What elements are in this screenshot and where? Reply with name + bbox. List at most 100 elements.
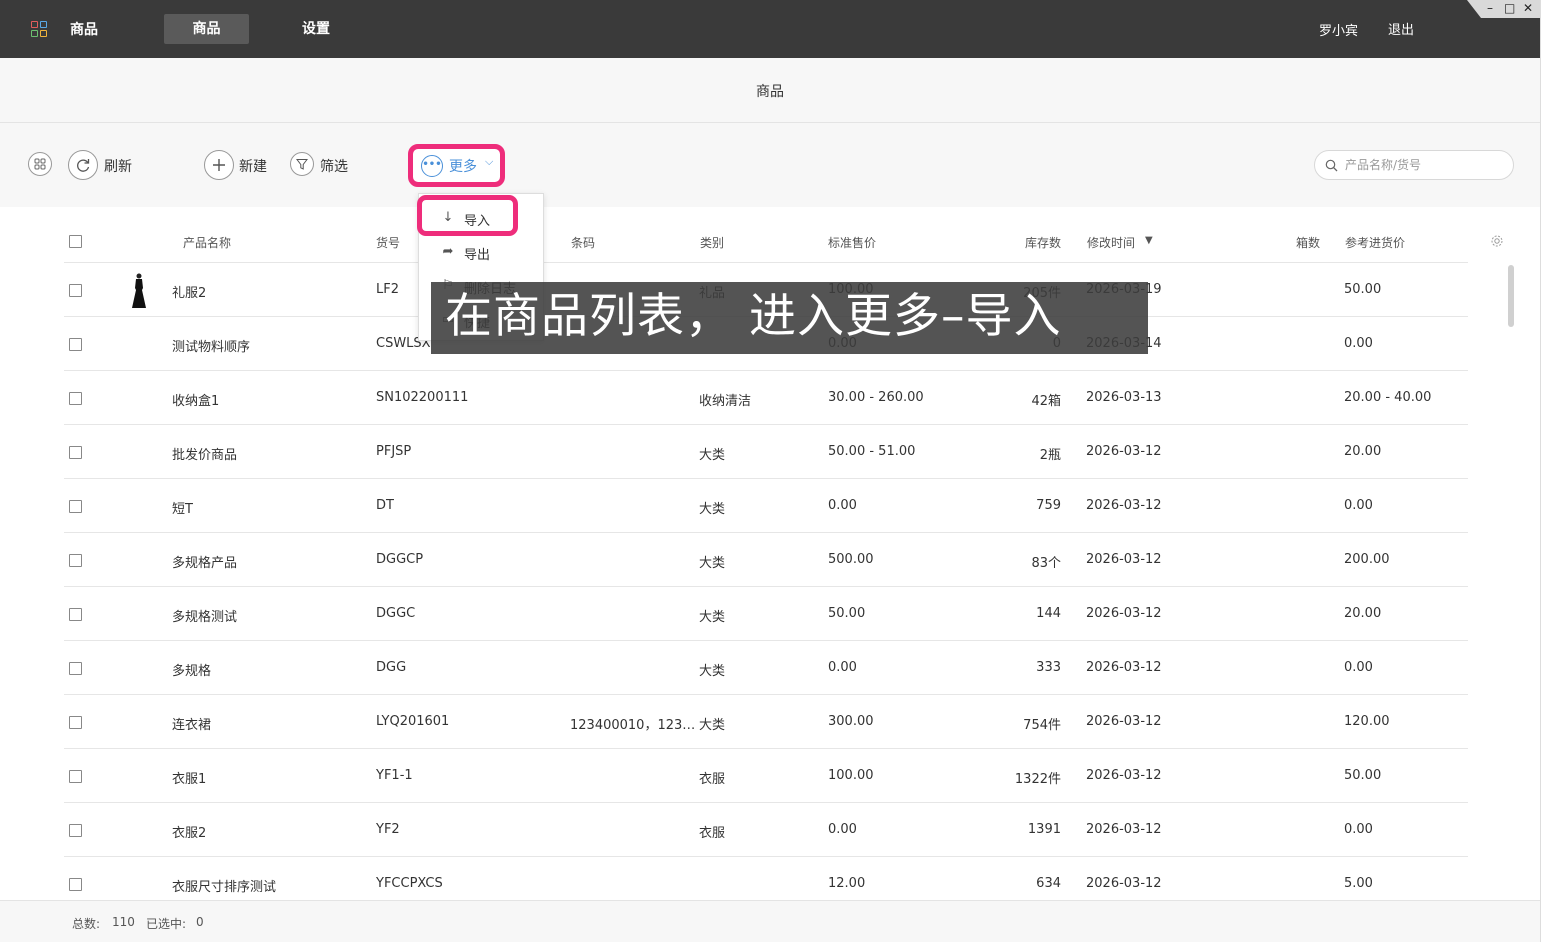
- cell-cost: 20.00 - 40.00: [1344, 390, 1432, 405]
- cell-stock: 2瓶: [1039, 448, 1061, 463]
- toolbar: 刷新 新建 筛选: [0, 123, 1540, 207]
- cell-cost: 0.00: [1344, 336, 1373, 351]
- row-checkbox[interactable]: [69, 338, 82, 351]
- cell-name: 短T: [172, 502, 193, 517]
- table-row[interactable]: 多规格测试 DGGC 大类 50.00 144 2026-03-12 20.00: [64, 587, 1468, 641]
- cell-code: PFJSP: [376, 444, 412, 459]
- cell-stock: 42箱: [1031, 394, 1061, 409]
- page-title: 商品: [756, 84, 784, 100]
- refresh-icon[interactable]: [68, 150, 98, 180]
- col-cost[interactable]: 参考进货价: [1345, 234, 1405, 251]
- new-button[interactable]: 新建: [239, 156, 267, 176]
- table-header: 产品名称 货号 条码 类别 标准售价 库存数 修改时间 ▼ 箱数 参考进货价: [64, 221, 1503, 263]
- column-settings-gear-icon[interactable]: [1490, 234, 1504, 248]
- page-header: 商品: [0, 58, 1540, 123]
- minimize-icon[interactable]: –: [1487, 1, 1493, 15]
- table-row[interactable]: 衣服2 YF2 衣服 0.00 1391 2026-03-12 0.00: [64, 803, 1468, 857]
- row-checkbox[interactable]: [69, 770, 82, 783]
- table-row[interactable]: 短T DT 大类 0.00 759 2026-03-12 0.00: [64, 479, 1468, 533]
- table-row[interactable]: 批发价商品 PFJSP 大类 50.00 - 51.00 2瓶 2026-03-12 20.…: [64, 425, 1468, 479]
- row-checkbox[interactable]: [69, 716, 82, 729]
- cell-category: 大类: [699, 610, 726, 625]
- table-row[interactable]: 连衣裙 LYQ201601 123400010，123… 大类 300.00 754件 20…: [64, 695, 1468, 749]
- grid-view-icon[interactable]: [28, 152, 52, 176]
- cell-price: 0.00: [828, 498, 857, 513]
- cell-name: 衣服尺寸排序测试: [172, 880, 277, 895]
- selected-count: 0: [196, 915, 204, 929]
- refresh-button[interactable]: 刷新: [104, 156, 132, 176]
- col-barcode[interactable]: 条码: [571, 234, 595, 251]
- row-checkbox[interactable]: [69, 608, 82, 621]
- sort-desc-icon[interactable]: ▼: [1145, 235, 1153, 246]
- cell-name: 批发价商品: [172, 448, 238, 463]
- cell-stock: 1391: [1027, 822, 1061, 837]
- total-count: 110: [112, 915, 135, 929]
- cell-modified: 2026-03-12: [1086, 552, 1162, 567]
- col-category[interactable]: 类别: [700, 234, 724, 251]
- window-controls: – □ ✕: [1467, 0, 1540, 18]
- caption-text: 在商品列表， 进入更多–导入: [445, 289, 1062, 344]
- app-grid-logo-icon[interactable]: [31, 21, 48, 38]
- cell-cost: 50.00: [1344, 282, 1382, 297]
- cell-modified: 2026-03-12: [1086, 660, 1162, 675]
- cell-modified: 2026-03-12: [1086, 876, 1162, 891]
- cell-modified: 2026-03-12: [1086, 444, 1162, 459]
- row-checkbox[interactable]: [69, 392, 82, 405]
- col-name[interactable]: 产品名称: [183, 234, 231, 251]
- row-checkbox[interactable]: [69, 500, 82, 513]
- close-icon[interactable]: ✕: [1523, 1, 1533, 15]
- cell-modified: 2026-03-12: [1086, 822, 1162, 837]
- cell-cost: 5.00: [1344, 876, 1373, 891]
- cell-cost: 200.00: [1344, 552, 1390, 567]
- cell-stock: 1322件: [1014, 772, 1061, 787]
- filter-icon[interactable]: [290, 152, 314, 176]
- row-checkbox[interactable]: [69, 446, 82, 459]
- cell-price: 50.00: [828, 606, 866, 621]
- cell-stock: 754件: [1023, 718, 1061, 733]
- cell-code: LYQ201601: [376, 714, 450, 729]
- cell-category: 收纳清洁: [699, 394, 752, 409]
- plus-icon[interactable]: [204, 150, 234, 180]
- cell-code: YF1-1: [376, 768, 413, 783]
- search-box[interactable]: [1314, 150, 1514, 180]
- col-boxes[interactable]: 箱数: [1296, 234, 1320, 251]
- cell-code: DGGC: [376, 606, 416, 621]
- table-row[interactable]: 衣服1 YF1-1 衣服 100.00 1322件 2026-03-12 50.00: [64, 749, 1468, 803]
- user-name[interactable]: 罗小宾: [1319, 20, 1358, 39]
- maximize-icon[interactable]: □: [1504, 1, 1515, 15]
- search-input[interactable]: [1345, 156, 1505, 174]
- row-checkbox[interactable]: [69, 554, 82, 567]
- vertical-scrollbar[interactable]: [1508, 265, 1514, 327]
- tab-settings[interactable]: 设置: [288, 14, 344, 44]
- table-row[interactable]: 多规格 DGG 大类 0.00 333 2026-03-12 0.00: [64, 641, 1468, 695]
- menu-item-export-label: 导出: [464, 248, 491, 263]
- top-navbar: 商品 商品 设置 罗小宾 退出 – □ ✕: [0, 0, 1540, 58]
- table-row[interactable]: 收纳盒1 SN102200111 收纳清洁 30.00 - 260.00 42箱 2026…: [64, 371, 1468, 425]
- select-all-checkbox[interactable]: [69, 235, 82, 248]
- filter-button[interactable]: 筛选: [320, 156, 348, 176]
- col-stock[interactable]: 库存数: [1025, 234, 1061, 251]
- cell-cost: 0.00: [1344, 822, 1373, 837]
- cell-barcode: 123400010，123…: [570, 718, 696, 733]
- import-highlight: [417, 195, 518, 236]
- more-button[interactable]: ••• 更多 ⌵: [408, 144, 505, 187]
- cell-cost: 20.00: [1344, 606, 1382, 621]
- product-thumbnail[interactable]: [130, 272, 148, 308]
- more-label: 更多: [449, 159, 477, 175]
- row-checkbox[interactable]: [69, 284, 82, 297]
- menu-item-export[interactable]: ➦ 导出: [419, 237, 543, 267]
- table-row[interactable]: 多规格产品 DGGCP 大类 500.00 83个 2026-03-12 200.00: [64, 533, 1468, 587]
- row-checkbox[interactable]: [69, 662, 82, 675]
- cell-code: DGGCP: [376, 552, 424, 567]
- cell-category: 大类: [699, 718, 726, 733]
- col-price[interactable]: 标准售价: [828, 234, 876, 251]
- row-checkbox[interactable]: [69, 824, 82, 837]
- tab-products[interactable]: 商品: [164, 14, 249, 44]
- col-modified[interactable]: 修改时间: [1087, 234, 1135, 251]
- logout-link[interactable]: 退出: [1388, 19, 1414, 38]
- cell-cost: 20.00: [1344, 444, 1382, 459]
- row-checkbox[interactable]: [69, 878, 82, 891]
- col-code[interactable]: 货号: [376, 234, 400, 251]
- cell-stock: 144: [1036, 606, 1061, 621]
- tutorial-caption: 在商品列表， 进入更多–导入: [431, 282, 1148, 354]
